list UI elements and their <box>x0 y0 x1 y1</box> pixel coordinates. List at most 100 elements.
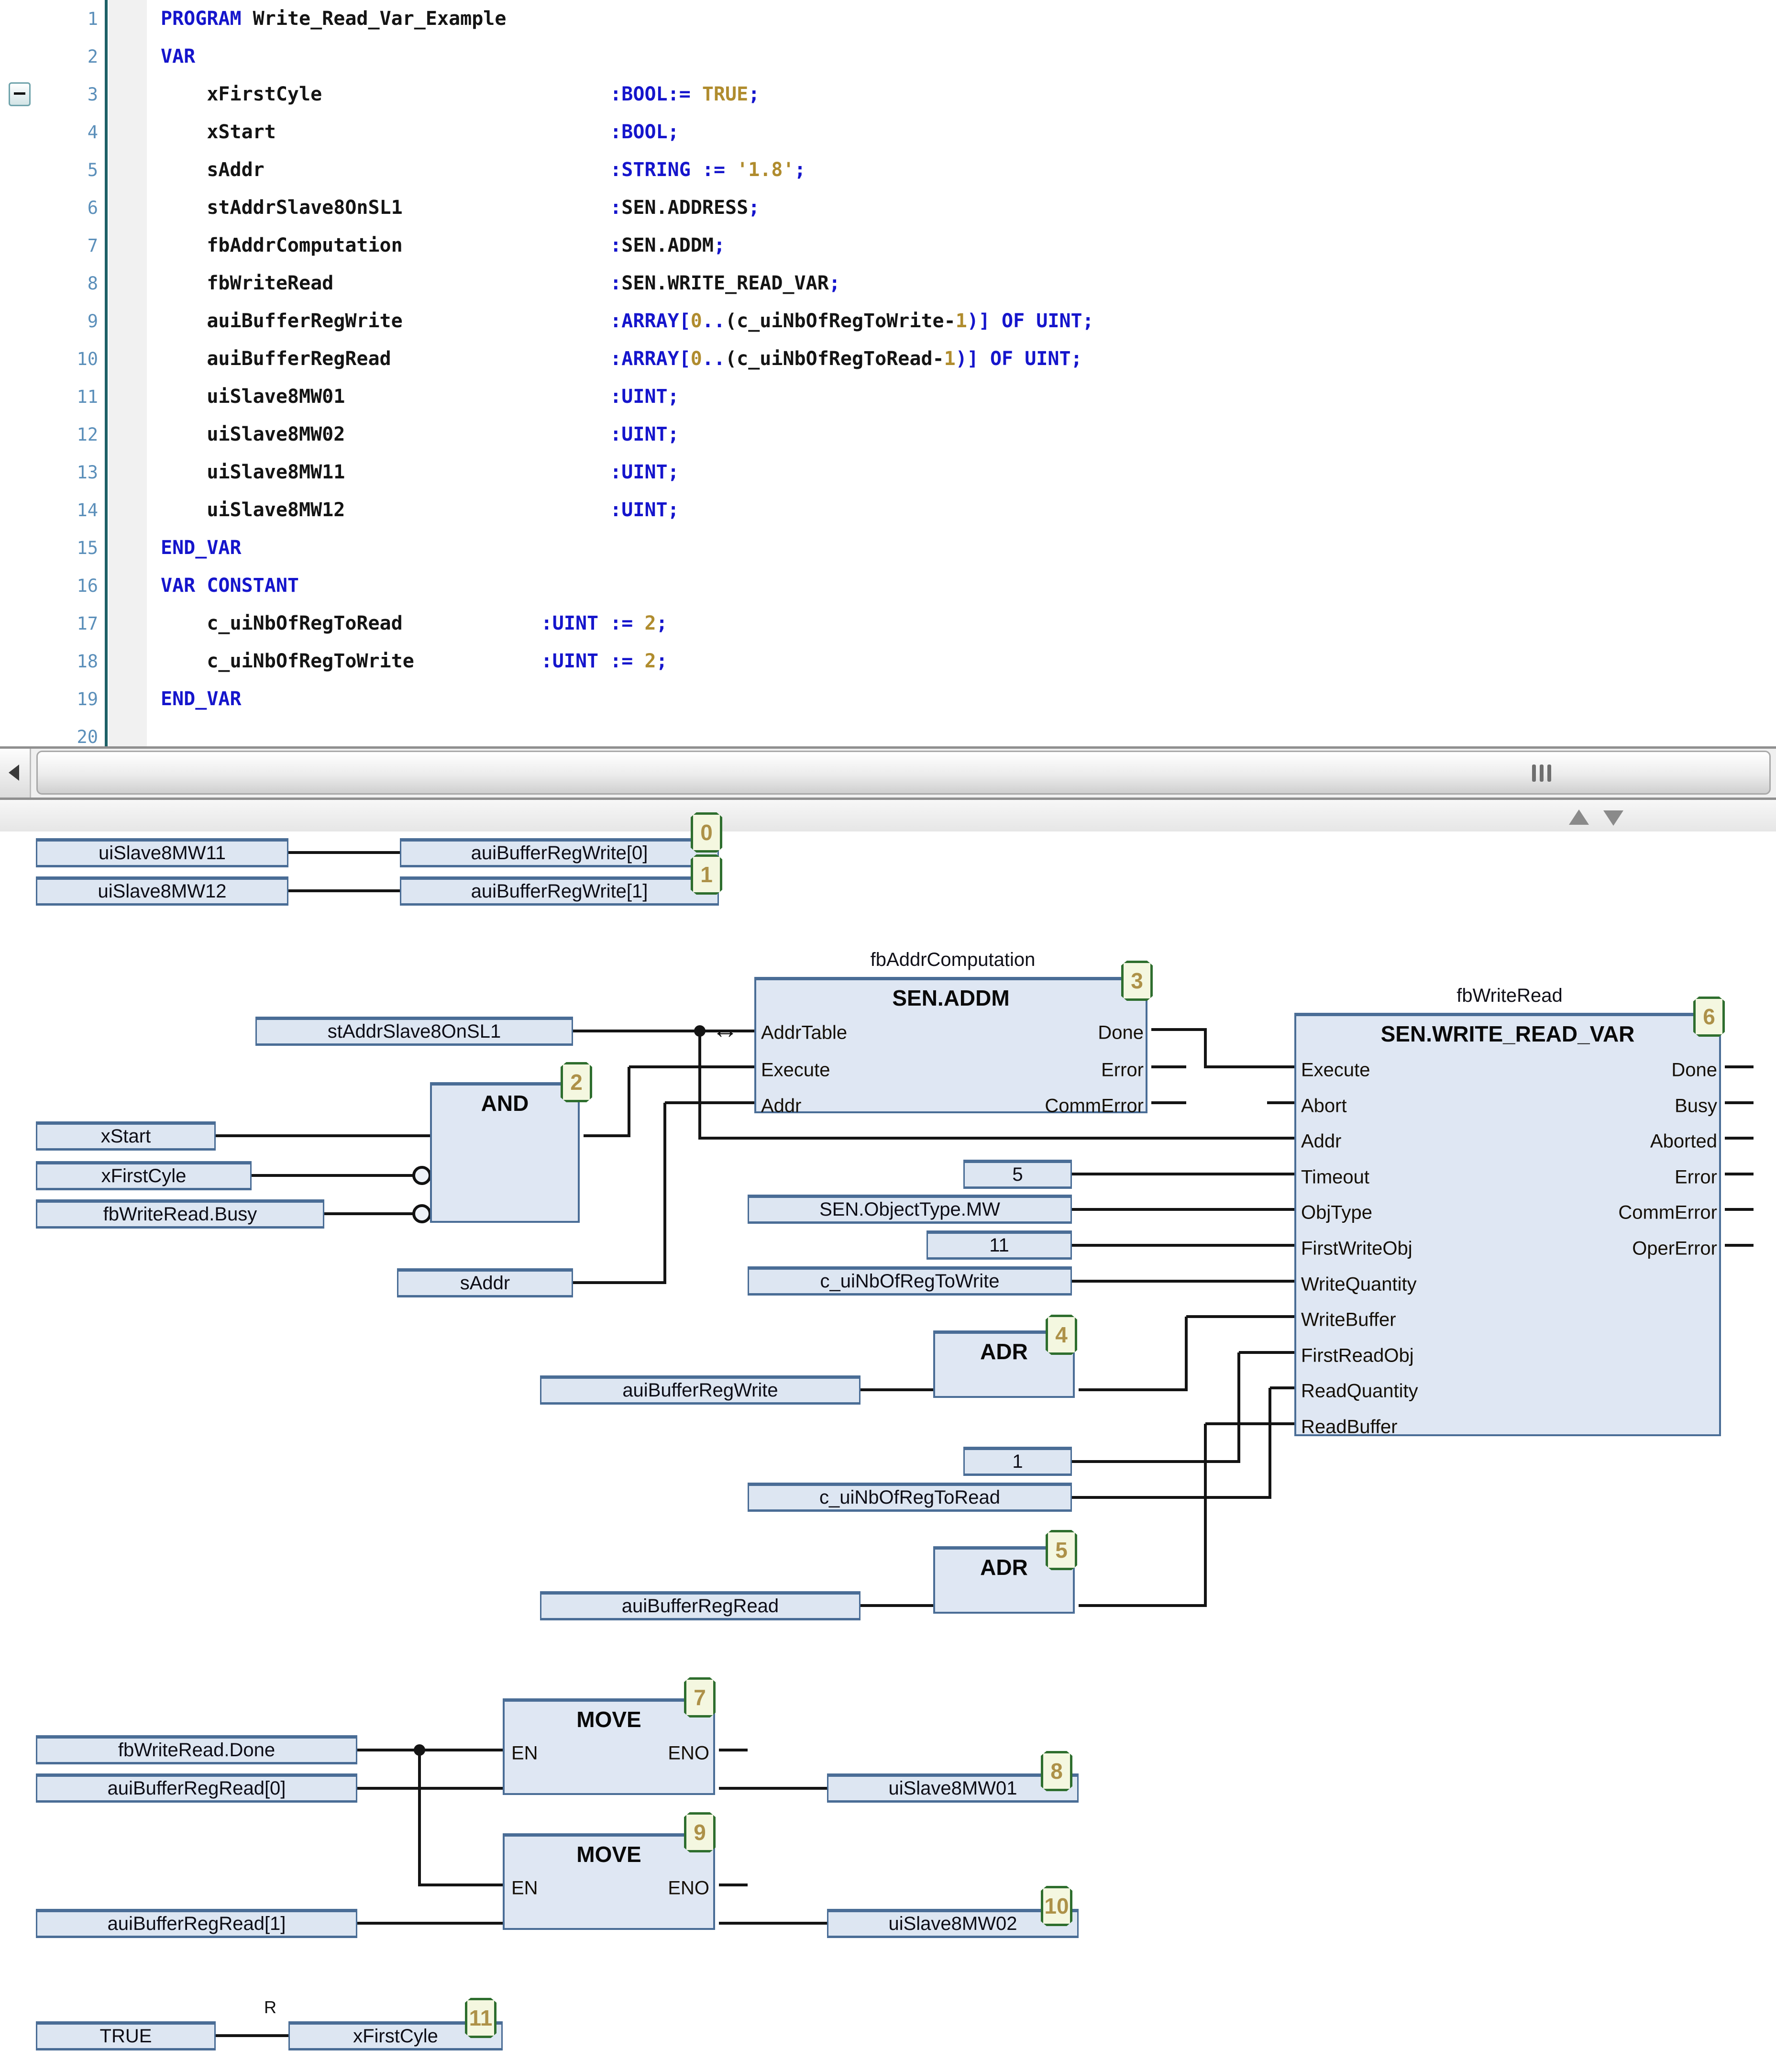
code-line-4[interactable]: 4 xStart :BOOL; <box>0 113 1776 151</box>
wire <box>1725 1101 1754 1104</box>
wire <box>1072 1496 1271 1499</box>
input-pin-firstreadobj[interactable]: FirstReadObj <box>1301 1345 1414 1367</box>
operand-true[interactable]: TRUE <box>36 2021 216 2050</box>
block-move[interactable]: MOVEENENO <box>503 1833 715 1930</box>
fbd-network-editor[interactable]: uiSlave8MW11 uiSlave8MW12 auiBufferRegWrit… <box>0 831 1776 2072</box>
collapse-down-icon[interactable] <box>1603 810 1623 826</box>
code-text: uiSlave8MW12 :UINT; <box>161 491 679 529</box>
code-line-13[interactable]: 13 uiSlave8MW11 :UINT; <box>0 454 1776 491</box>
input-pin-objtype[interactable]: ObjType <box>1301 1202 1372 1224</box>
input-pin-abort[interactable]: Abort <box>1301 1096 1347 1117</box>
code-line-11[interactable]: 11 uiSlave8MW01 :UINT; <box>0 378 1776 416</box>
code-line-8[interactable]: 8 fbWriteRead :SEN.WRITE_READ_VAR; <box>0 265 1776 302</box>
code-text: auiBufferRegWrite :ARRAY[0..(c_uiNbOfReg… <box>161 302 1094 340</box>
wire <box>719 1749 748 1751</box>
operand-11[interactable]: 11 <box>927 1230 1072 1260</box>
block-fbwriteread[interactable]: SEN.WRITE_READ_VAR Execute Abort Addr Timeou… <box>1294 1013 1721 1436</box>
input-pin-timeout[interactable]: Timeout <box>1301 1167 1369 1188</box>
block-move[interactable]: MOVE EN ENO <box>503 1698 715 1795</box>
code-line-6[interactable]: 6 stAddrSlave8OnSL1 :SEN.ADDRESS; <box>0 189 1776 227</box>
code-line-18[interactable]: 18 c_uiNbOfRegToWrite :UINT := 2; <box>0 643 1776 680</box>
operand-auibufferregread-0-[interactable]: auiBufferRegRead[0] <box>36 1773 357 1803</box>
input-pin-execute[interactable]: Execute <box>1301 1060 1370 1081</box>
operand-xstart[interactable]: xStart <box>36 1121 216 1151</box>
output-pin-eno[interactable]: ENO <box>668 1878 709 1899</box>
input-pin-readbuffer[interactable]: ReadBuffer <box>1301 1417 1398 1438</box>
block-fbaddrcomputation[interactable]: SEN.ADDMAddrTableExecuteAddrDoneErrorCom… <box>754 977 1147 1113</box>
input-pin-writequantity[interactable]: WriteQuantity <box>1301 1274 1417 1296</box>
code-line-14[interactable]: 14 uiSlave8MW12 :UINT; <box>0 491 1776 529</box>
block-header: MOVE <box>505 1706 713 1732</box>
operand-fbwriteread-done[interactable]: fbWriteRead.Done <box>36 1735 357 1764</box>
output-pin-commerror[interactable]: CommError <box>1045 1096 1144 1117</box>
line-number: 7 <box>0 227 98 265</box>
code-line-15[interactable]: 15END_VAR <box>0 529 1776 567</box>
code-line-9[interactable]: 9 auiBufferRegWrite :ARRAY[0..(c_uiNbOfR… <box>0 302 1776 340</box>
output-pin-error[interactable]: Error <box>1101 1060 1144 1081</box>
input-pin-addrtable[interactable]: AddrTable <box>761 1022 847 1044</box>
operand-auibufferregwrite-1-[interactable]: auiBufferRegWrite[1] <box>400 876 719 906</box>
output-pin-done[interactable]: Done <box>1671 1060 1717 1081</box>
wire <box>1079 1388 1188 1391</box>
block-and[interactable]: AND <box>430 1082 580 1223</box>
input-pin-writebuffer[interactable]: WriteBuffer <box>1301 1309 1396 1331</box>
output-pin-done[interactable]: Done <box>1098 1022 1144 1044</box>
operand-c-uinbofregtowrite[interactable]: c_uiNbOfRegToWrite <box>748 1266 1072 1296</box>
operand-1[interactable]: 1 <box>963 1447 1072 1476</box>
operand-auibufferregwrite-0-[interactable]: auiBufferRegWrite[0] <box>400 838 719 867</box>
wire <box>1269 1388 1271 1499</box>
operand-uislave8mw12[interactable]: uiSlave8MW12 <box>36 876 288 906</box>
scrollbar-thumb[interactable] <box>36 751 1771 795</box>
code-line-1[interactable]: 1PROGRAM Write_Read_Var_Example <box>0 0 1776 38</box>
wire <box>698 1031 701 1140</box>
wire <box>1151 1101 1186 1104</box>
operand-uislave8mw11[interactable]: uiSlave8MW11 <box>36 838 288 867</box>
code-line-2[interactable]: 2VAR <box>0 38 1776 76</box>
output-pin-busy[interactable]: Busy <box>1675 1096 1717 1117</box>
input-pin-execute[interactable]: Execute <box>761 1060 830 1081</box>
wire <box>1151 1028 1207 1031</box>
wire <box>573 1281 666 1284</box>
code-line-16[interactable]: 16VAR CONSTANT <box>0 567 1776 605</box>
block-header: SEN.WRITE_READ_VAR <box>1296 1021 1719 1047</box>
input-pin-firstwriteobj[interactable]: FirstWriteObj <box>1301 1238 1412 1260</box>
operand-sen-objecttype-mw[interactable]: SEN.ObjectType.MW <box>748 1195 1072 1224</box>
wire <box>584 1134 630 1137</box>
st-declaration-editor[interactable]: 1PROGRAM Write_Read_Var_Example2VAR3 xFi… <box>0 0 1776 746</box>
editor-splitter[interactable] <box>0 800 1776 831</box>
horizontal-scrollbar[interactable] <box>0 746 1776 800</box>
output-pin-eno[interactable]: ENO <box>668 1743 709 1764</box>
operand-auibufferregwrite[interactable]: auiBufferRegWrite <box>540 1375 860 1405</box>
output-pin-error[interactable]: Error <box>1675 1167 1717 1188</box>
input-pin-en[interactable]: EN <box>511 1878 538 1899</box>
operand-auibufferregread-1-[interactable]: auiBufferRegRead[1] <box>36 1909 357 1938</box>
operand-fbwriteread-busy[interactable]: fbWriteRead.Busy <box>36 1199 324 1229</box>
code-line-3[interactable]: 3 xFirstCyle :BOOL:= TRUE; <box>0 76 1776 113</box>
operand-xfirstcyle[interactable]: xFirstCyle <box>36 1161 252 1190</box>
code-text: END_VAR <box>161 529 242 567</box>
operand-c-uinbofregtoread[interactable]: c_uiNbOfRegToRead <box>748 1483 1072 1512</box>
input-pin-addr[interactable]: Addr <box>1301 1131 1342 1152</box>
operand-5[interactable]: 5 <box>963 1160 1072 1189</box>
execution-order-badge-11: 11 <box>465 1998 496 2038</box>
code-line-5[interactable]: 5 sAddr :STRING := '1.8'; <box>0 151 1776 189</box>
output-pin-opererror[interactable]: OperError <box>1632 1238 1717 1260</box>
operand-auibufferregread[interactable]: auiBufferRegRead <box>540 1591 860 1620</box>
code-line-7[interactable]: 7 fbAddrComputation :SEN.ADDM; <box>0 227 1776 265</box>
output-pin-aborted[interactable]: Aborted <box>1650 1131 1717 1152</box>
code-line-17[interactable]: 17 c_uiNbOfRegToRead :UINT := 2; <box>0 605 1776 643</box>
input-pin-addr[interactable]: Addr <box>761 1096 802 1117</box>
operand-staddrslave8onsl1[interactable]: stAddrSlave8OnSL1 <box>255 1017 573 1046</box>
wire <box>1204 1030 1207 1068</box>
input-pin-readquantity[interactable]: ReadQuantity <box>1301 1381 1418 1402</box>
input-pin-en[interactable]: EN <box>511 1743 538 1764</box>
inout-pin-icon: ↔ <box>712 1013 739 1044</box>
output-pin-commerror[interactable]: CommError <box>1618 1202 1717 1224</box>
code-line-19[interactable]: 19END_VAR <box>0 680 1776 718</box>
code-line-10[interactable]: 10 auiBufferRegRead :ARRAY[0..(c_uiNbOfR… <box>0 340 1776 378</box>
operand-saddr[interactable]: sAddr <box>397 1268 573 1297</box>
scroll-left-button[interactable] <box>0 749 31 798</box>
code-line-20[interactable]: 20 <box>0 718 1776 746</box>
code-line-12[interactable]: 12 uiSlave8MW02 :UINT; <box>0 416 1776 454</box>
expand-up-icon[interactable] <box>1569 809 1589 825</box>
